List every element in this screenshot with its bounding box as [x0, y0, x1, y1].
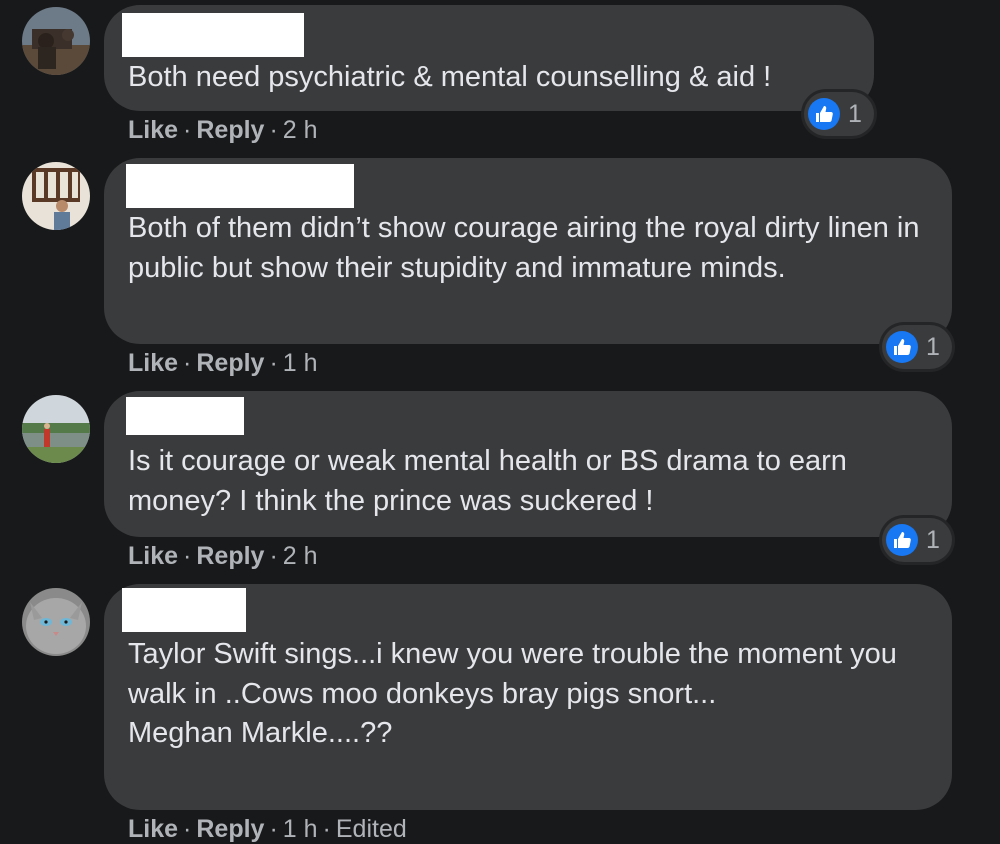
reply-button[interactable]: Reply	[196, 542, 264, 570]
separator: ·	[183, 349, 192, 377]
reaction-count[interactable]: 1	[882, 518, 952, 562]
reaction-count[interactable]: 1	[804, 92, 874, 136]
separator: ·	[269, 542, 278, 570]
reply-button[interactable]: Reply	[196, 815, 264, 843]
separator: ·	[183, 116, 192, 144]
reply-button[interactable]: Reply	[196, 349, 264, 377]
timestamp[interactable]: 1 h	[283, 815, 318, 843]
timestamp[interactable]: 2 h	[283, 116, 318, 144]
like-button[interactable]: Like	[128, 542, 178, 570]
comment-bubble: Taylor Swift sings...i knew you were tro…	[104, 584, 952, 810]
redacted-name	[122, 13, 304, 57]
reply-button[interactable]: Reply	[196, 116, 264, 144]
like-button[interactable]: Like	[128, 349, 178, 377]
like-button[interactable]: Like	[128, 116, 178, 144]
comment-actions: Like · Reply · 2 h	[128, 542, 318, 571]
comment-actions: Like · Reply · 2 h	[128, 116, 318, 145]
like-button[interactable]: Like	[128, 815, 178, 843]
avatar-photo	[22, 395, 90, 463]
redacted-name	[126, 397, 244, 435]
comment-text: Both need psychiatric & mental counselli…	[128, 61, 772, 93]
avatar[interactable]	[22, 162, 90, 230]
like-icon	[886, 524, 918, 556]
comment-actions: Like · Reply · 1 h	[128, 349, 318, 378]
separator: ·	[269, 116, 278, 144]
edited-label[interactable]: Edited	[336, 815, 407, 843]
comment-bubble: Both of them didn’t show courage airing …	[104, 158, 952, 344]
avatar-photo	[22, 162, 90, 230]
like-icon	[808, 98, 840, 130]
reaction-count-value: 1	[926, 525, 940, 554]
timestamp[interactable]: 1 h	[283, 349, 318, 377]
separator: ·	[269, 349, 278, 377]
avatar-photo	[22, 7, 90, 75]
avatar[interactable]	[22, 588, 90, 656]
separator: ·	[269, 815, 278, 843]
redacted-name	[122, 588, 246, 632]
comment-text: Taylor Swift sings...i knew you were tro…	[128, 638, 897, 749]
comment-text: Is it courage or weak mental health or B…	[128, 445, 847, 517]
reaction-count-value: 1	[926, 332, 940, 361]
redacted-name	[126, 164, 354, 208]
comment-actions: Like · Reply · 1 h · Edited	[128, 815, 407, 844]
avatar[interactable]	[22, 395, 90, 463]
like-icon	[886, 331, 918, 363]
separator: ·	[183, 815, 192, 843]
separator: ·	[322, 815, 331, 843]
separator: ·	[183, 542, 192, 570]
comment-text: Both of them didn’t show courage airing …	[128, 212, 920, 284]
reaction-count-value: 1	[848, 99, 862, 128]
avatar[interactable]	[22, 7, 90, 75]
avatar-photo	[22, 588, 90, 656]
comment-bubble: Is it courage or weak mental health or B…	[104, 391, 952, 537]
comment-bubble: Both need psychiatric & mental counselli…	[104, 5, 874, 111]
timestamp[interactable]: 2 h	[283, 542, 318, 570]
reaction-count[interactable]: 1	[882, 325, 952, 369]
